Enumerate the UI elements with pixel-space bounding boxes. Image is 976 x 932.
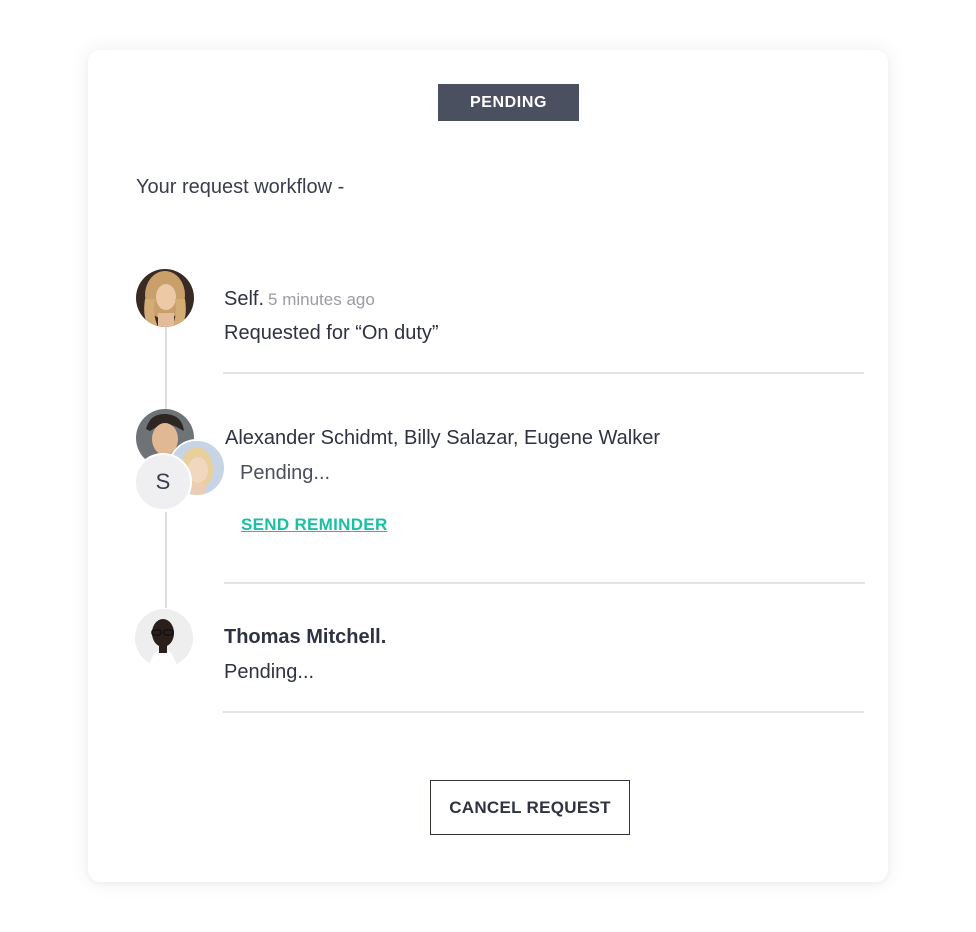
timestamp: 5 minutes ago (268, 290, 375, 309)
step-actor: Self. 5 minutes ago (224, 288, 375, 311)
timeline-connector (165, 326, 167, 412)
divider (223, 372, 864, 374)
cancel-request-button[interactable]: CANCEL REQUEST (430, 780, 630, 835)
avatar-initial: S (134, 453, 192, 511)
avatar-approver (135, 609, 193, 667)
divider (224, 582, 865, 584)
send-reminder-link[interactable]: SEND REMINDER (241, 515, 388, 535)
step-detail: Requested for “On duty” (224, 322, 439, 344)
divider (223, 711, 864, 713)
step-detail: Pending... (224, 661, 315, 683)
avatar-self (136, 269, 194, 327)
step-actor: Thomas Mitchell. (224, 626, 387, 648)
step-detail: Pending... (240, 462, 331, 484)
timeline-connector (165, 512, 167, 608)
step-actor: Alexander Schidmt, Billy Salazar, Eugene… (225, 427, 661, 449)
status-badge: PENDING (438, 84, 579, 121)
actor-name: Self. (224, 288, 265, 310)
request-card: PENDING Your request workflow - Self. 5 m… (88, 50, 888, 882)
workflow-heading: Your request workflow - (136, 176, 345, 198)
